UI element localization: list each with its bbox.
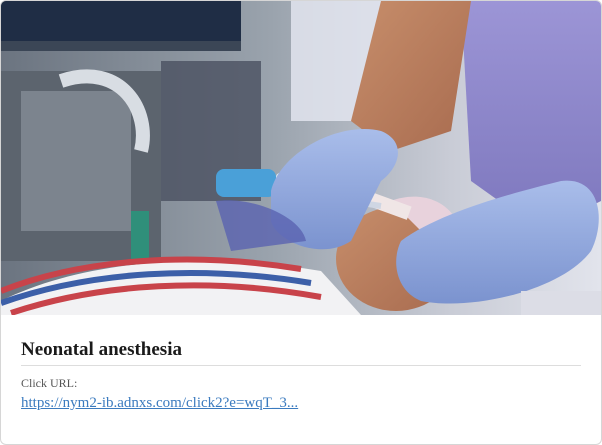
click-url-label: Click URL: xyxy=(21,376,78,390)
card-title: Neonatal anesthesia xyxy=(21,339,581,366)
ad-card: Neonatal anesthesia Click URL: https://n… xyxy=(0,0,602,445)
click-url-link[interactable]: https://nym2-ib.adnxs.com/click2?e=wqT_3… xyxy=(21,395,298,412)
card-body: Neonatal anesthesia Click URL: https://n… xyxy=(21,339,581,412)
creative-image[interactable] xyxy=(1,1,601,315)
